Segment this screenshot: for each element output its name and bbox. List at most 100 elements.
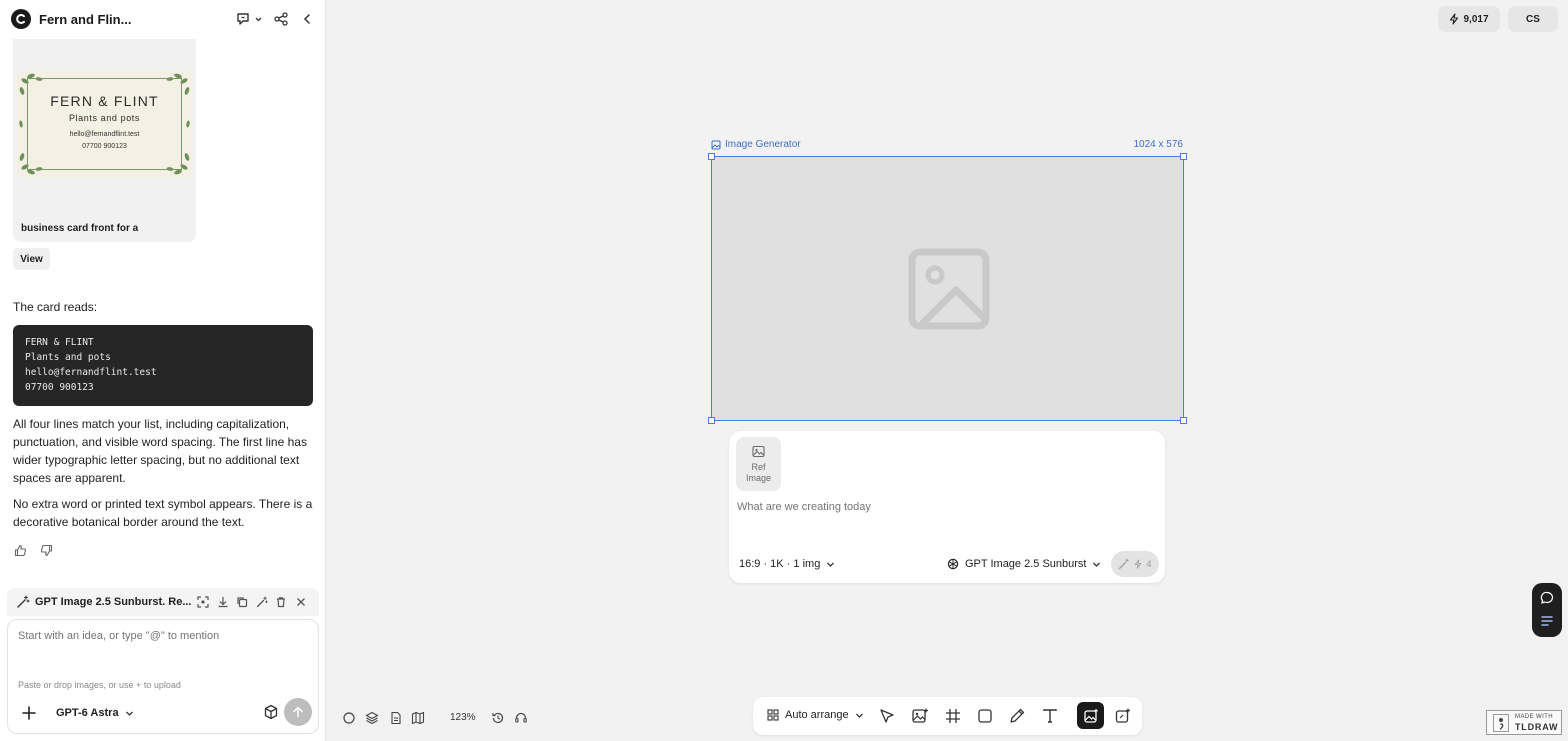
cube-icon[interactable] [263, 704, 279, 720]
tldraw-logo-icon [1493, 714, 1509, 732]
badge-line-2: TLDRAW [1515, 722, 1559, 732]
model-selector[interactable]: GPT-6 Astra [56, 707, 134, 719]
response-paragraph: No extra word or printed text symbol app… [13, 497, 313, 529]
openai-logo-icon [947, 558, 959, 570]
close-icon[interactable] [295, 596, 307, 608]
project-title[interactable]: Fern and Flin... [39, 12, 131, 27]
resize-handle-top-right[interactable] [1180, 153, 1187, 160]
image-result-card[interactable]: FERN & FLINT Plants and pots hello@ferna… [13, 39, 196, 242]
code-line: Plants and pots [25, 352, 111, 363]
ref-label-line: Image [745, 473, 771, 483]
generation-options: 16:9 · 1K · 1 img [739, 558, 821, 570]
badge-line-1: MADE WITH [1515, 714, 1553, 720]
chevron-down-icon [1093, 562, 1101, 567]
thumbs-down-icon[interactable] [40, 544, 53, 557]
made-with-tldraw-badge[interactable]: MADE WITH TLDRAW [1486, 710, 1562, 735]
send-button[interactable] [284, 698, 312, 726]
magic-edit-icon[interactable] [256, 596, 268, 608]
card-phone-text: 07700 900123 [82, 143, 127, 150]
code-line: FERN & FLINT [25, 337, 94, 348]
code-block: FERN & FLINT Plants and pots hello@ferna… [13, 325, 313, 406]
trash-icon[interactable] [275, 596, 287, 608]
image-model-dropdown[interactable]: GPT Image 2.5 Sunburst [947, 558, 1101, 570]
sparkle-wand-icon [16, 595, 30, 609]
resize-handle-top-left[interactable] [708, 153, 715, 160]
image-generator-frame[interactable] [708, 153, 1187, 424]
chevron-down-icon [125, 711, 133, 716]
collapse-panel-icon[interactable] [298, 10, 316, 28]
ref-image-button[interactable]: Ref Image [736, 437, 781, 491]
layers-icon[interactable] [365, 711, 379, 725]
frame-tool-icon[interactable] [944, 707, 962, 725]
auto-arrange-dropdown[interactable]: Auto arrange [767, 709, 864, 721]
map-icon[interactable] [411, 711, 425, 725]
select-cursor-icon[interactable] [878, 707, 896, 725]
chat-bubble-icon [1540, 591, 1554, 604]
rectangle-tool-icon[interactable] [976, 707, 994, 725]
image-generator-tool-button[interactable] [1077, 702, 1104, 729]
canvas-toolbar: Auto arrange [753, 697, 1142, 735]
upload-hint: Paste or drop images, or use + to upload [18, 680, 181, 690]
user-avatar[interactable]: CS [1508, 6, 1558, 32]
auto-arrange-label: Auto arrange [785, 709, 849, 721]
lightning-icon [1450, 13, 1459, 25]
history-icon[interactable] [491, 711, 505, 725]
feedback-dropdown-button[interactable] [236, 10, 262, 28]
frame-label[interactable]: Image Generator [711, 139, 801, 150]
image-model-name: GPT Image 2.5 Sunburst [965, 558, 1087, 570]
document-icon[interactable] [389, 711, 403, 725]
zoom-level[interactable]: 123% [450, 712, 476, 723]
business-card-thumbnail[interactable]: FERN & FLINT Plants and pots hello@ferna… [17, 71, 192, 177]
headset-icon[interactable] [514, 711, 528, 725]
image-placeholder-icon [908, 248, 990, 330]
image-icon [752, 445, 765, 458]
ref-label-line: Ref [751, 462, 766, 472]
chat-input[interactable] [18, 630, 308, 642]
focus-icon[interactable] [197, 596, 209, 608]
view-button[interactable]: View [13, 248, 50, 270]
image-upload-icon[interactable] [911, 707, 929, 725]
ai-frame-icon[interactable] [1114, 707, 1132, 725]
grid-icon [767, 709, 779, 721]
add-attachment-icon[interactable] [20, 704, 38, 722]
ref-image-label: Ref Image [736, 462, 781, 484]
active-task-bar: GPT Image 2.5 Sunburst. Re... [7, 588, 319, 616]
circle-tool-icon[interactable] [342, 711, 356, 725]
pen-tool-icon[interactable] [1008, 707, 1026, 725]
generator-prompt-box: Ref Image 16:9 · 1K · 1 img GPT Image 2.… [729, 431, 1165, 583]
chat-header: Fern and Flin... [0, 0, 326, 39]
thumbs-up-icon[interactable] [14, 544, 27, 557]
generate-button[interactable]: 4 [1111, 551, 1159, 577]
arrow-up-icon [293, 706, 303, 718]
sparkle-wand-icon [1119, 558, 1130, 570]
card-inner-border [27, 78, 182, 170]
chevron-down-icon [855, 713, 863, 718]
chat-panel: Fern and Flin... FERN & FLINT Plants and… [0, 0, 326, 741]
chevron-down-icon [827, 562, 835, 567]
credits-count: 9,017 [1463, 13, 1489, 25]
lightning-icon [1135, 559, 1142, 569]
generation-cost: 4 [1146, 559, 1152, 569]
share-icon[interactable] [272, 10, 290, 28]
assistant-side-button[interactable] [1532, 583, 1562, 637]
model-name: GPT-6 Astra [56, 707, 119, 719]
card-email-text: hello@fernandflint.test [69, 131, 140, 138]
task-title[interactable]: GPT Image 2.5 Sunburst. Re... [35, 596, 191, 608]
copy-icon[interactable] [236, 596, 248, 608]
resize-handle-bottom-right[interactable] [1180, 417, 1187, 424]
app-logo-icon[interactable] [11, 9, 31, 29]
generation-options-dropdown[interactable]: 16:9 · 1K · 1 img [739, 558, 835, 570]
credits-button[interactable]: 9,017 [1438, 6, 1500, 32]
frame-dimensions: 1024 x 576 [1133, 139, 1184, 150]
text-tool-icon[interactable] [1041, 707, 1059, 725]
code-line: 07700 900123 [25, 382, 94, 393]
resize-handle-bottom-left[interactable] [708, 417, 715, 424]
list-icon [1541, 616, 1553, 626]
image-icon [711, 140, 721, 149]
frame-title: Image Generator [725, 139, 801, 150]
download-icon[interactable] [217, 596, 229, 608]
code-line: hello@fernandflint.test [25, 367, 157, 378]
chat-composer: Paste or drop images, or use + to upload… [7, 619, 319, 734]
prompt-input[interactable] [737, 501, 1137, 513]
response-intro: The card reads: [13, 300, 98, 314]
